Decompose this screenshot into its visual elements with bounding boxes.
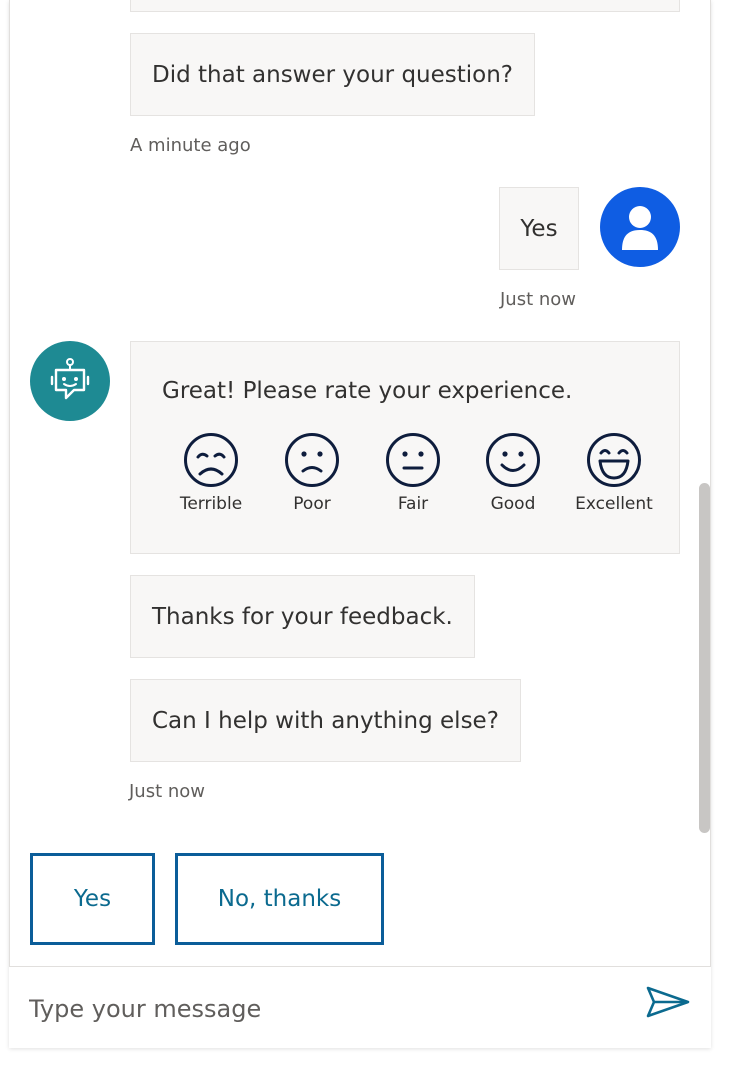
timestamp: A minute ago [130, 135, 251, 156]
rating-label: Good [490, 494, 536, 514]
rating-card: Great! Please rate your experience. Terr… [130, 341, 680, 554]
bot-avatar [30, 341, 110, 421]
bot-icon [50, 358, 90, 400]
rating-label: Poor [293, 494, 331, 514]
rating-option-poor[interactable]: Poor [262, 432, 362, 514]
user-icon [622, 206, 658, 250]
rating-label: Excellent [575, 494, 653, 514]
timestamp: Just now [129, 781, 206, 802]
bot-message-anything-else: Can I help with anything else? [130, 679, 521, 762]
excellent-face-icon [587, 433, 641, 487]
poor-face-icon [285, 433, 339, 487]
good-face-icon [486, 433, 540, 487]
suggested-action-yes[interactable]: Yes [30, 853, 155, 945]
bot-message-did-that-answer: Did that answer your question? [130, 33, 536, 116]
fair-face-icon [386, 433, 440, 487]
timestamp: Just now [500, 289, 577, 310]
suggested-action-label: Yes [73, 886, 112, 912]
rating-label: Fair [397, 494, 429, 514]
rating-options: Terrible Poor Fair Good Excellent [161, 432, 653, 522]
send-icon [646, 986, 690, 1018]
rating-option-terrible[interactable]: Terrible [161, 432, 261, 514]
user-avatar [600, 187, 680, 267]
rating-label: Terrible [179, 494, 243, 514]
rating-option-excellent[interactable]: Excellent [564, 432, 664, 514]
rating-option-fair[interactable]: Fair [363, 432, 463, 514]
bot-message-text: Thanks for your feedback. [152, 603, 453, 630]
bot-message-text: Can I help with anything else? [152, 707, 499, 734]
message-composer [9, 966, 711, 1048]
send-button[interactable] [645, 985, 695, 1025]
user-message-text: Yes [520, 215, 558, 242]
chat-window: Did that answer your question? A minute … [9, 0, 711, 1048]
suggested-action-label: No, thanks [217, 886, 342, 912]
message-input[interactable] [29, 987, 629, 1031]
user-message-bubble: Yes [499, 187, 579, 270]
bot-message-thanks: Thanks for your feedback. [130, 575, 475, 658]
bot-message-text: Did that answer your question? [152, 61, 514, 88]
rating-option-good[interactable]: Good [463, 432, 563, 514]
suggested-action-no-thanks[interactable]: No, thanks [175, 853, 384, 945]
previous-message-bubble [130, 0, 680, 12]
rating-prompt: Great! Please rate your experience. [162, 378, 573, 404]
terrible-face-icon [184, 433, 238, 487]
scrollbar-thumb[interactable] [699, 483, 710, 833]
